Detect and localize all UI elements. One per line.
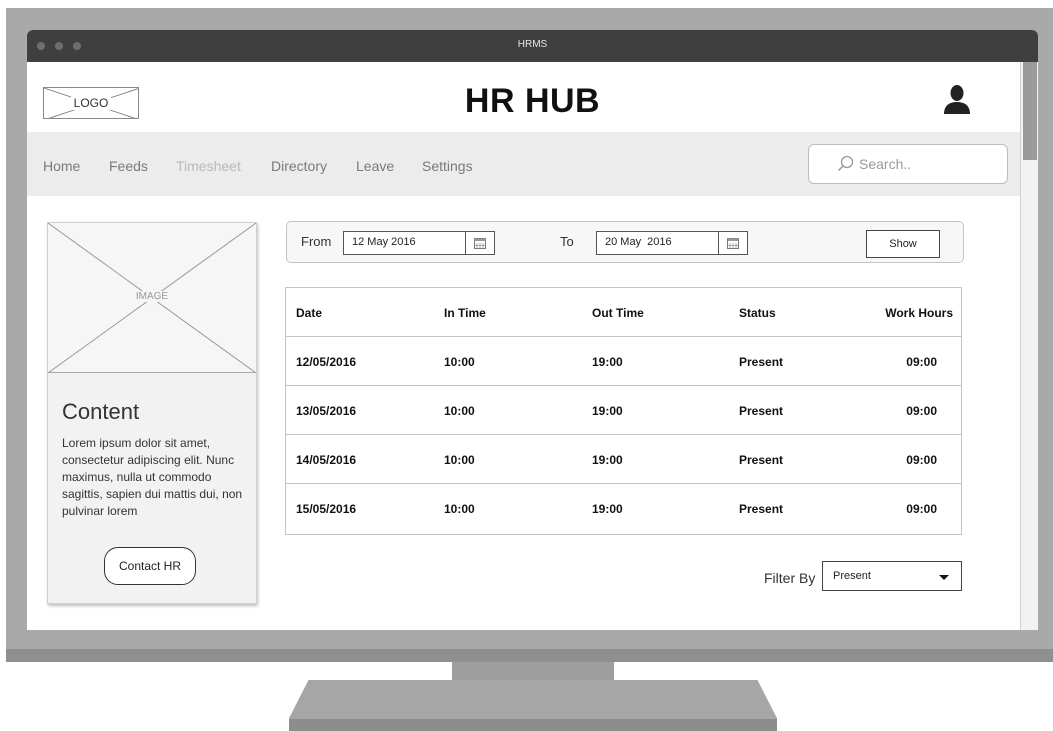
contact-hr-button[interactable]: Contact HR [104, 547, 196, 585]
search-box[interactable] [808, 144, 1008, 184]
filter-selected-value: Present [833, 570, 871, 582]
cell-work-hours: 09:00 [906, 502, 937, 516]
date-range-bar: From 12 May 2016 To 20 May 2016 Show [286, 221, 964, 263]
cell-work-hours: 09:00 [906, 453, 937, 467]
scrollbar-thumb[interactable] [1023, 62, 1037, 160]
window-title: HRMS [517, 39, 548, 50]
cell-in-time: 10:00 [444, 404, 475, 418]
filter-by-label: Filter By [764, 570, 816, 586]
image-placeholder: IMAGE [48, 223, 256, 373]
nav-item-feeds[interactable]: Feeds [109, 158, 148, 174]
nav-item-home[interactable]: Home [43, 158, 80, 174]
to-date-input[interactable]: 20 May 2016 [596, 231, 748, 255]
cell-status: Present [739, 453, 784, 467]
cell-date: 14/05/2016 [296, 453, 357, 467]
window-titlebar: HRMS [27, 30, 1038, 62]
vertical-scrollbar[interactable] [1020, 62, 1038, 630]
cell-out-time: 19:00 [592, 404, 623, 418]
caret-down-icon [939, 575, 949, 580]
content-card: IMAGE Content Lorem ipsum dolor sit amet… [47, 222, 257, 604]
table-row[interactable]: 13/05/2016 10:00 19:00 Present 09:00 [286, 386, 961, 435]
monitor-stand-base-shadow [289, 719, 777, 731]
cell-work-hours: 09:00 [906, 404, 937, 418]
show-button[interactable]: Show [866, 230, 940, 258]
cell-status: Present [739, 355, 784, 369]
nav-item-timesheet[interactable]: Timesheet [176, 158, 241, 174]
nav-item-directory[interactable]: Directory [271, 158, 327, 174]
search-icon [837, 155, 854, 172]
card-title: Content [62, 399, 140, 424]
cell-date: 12/05/2016 [296, 355, 357, 369]
nav-bar: Home Feeds Timesheet Directory Leave Set… [27, 132, 1020, 196]
column-header-status[interactable]: Status [739, 306, 776, 320]
app-header: LOGO HR HUB [27, 62, 1020, 132]
cell-in-time: 10:00 [444, 502, 475, 516]
cell-out-time: 19:00 [592, 355, 623, 369]
column-header-out-time[interactable]: Out Time [592, 306, 644, 320]
cell-date: 13/05/2016 [296, 404, 357, 418]
table-row[interactable]: 14/05/2016 10:00 19:00 Present 09:00 [286, 435, 961, 484]
cell-date: 15/05/2016 [296, 502, 357, 516]
app-title: HR HUB [464, 82, 601, 120]
attendance-table: Date In Time Out Time Status Work Hours … [285, 287, 962, 535]
to-date-value: 20 May 2016 [605, 236, 672, 248]
nav-item-leave[interactable]: Leave [356, 158, 394, 174]
to-label: To [560, 234, 574, 249]
from-date-value: 12 May 2016 [352, 236, 416, 248]
table-row[interactable]: 12/05/2016 10:00 19:00 Present 09:00 [286, 337, 961, 386]
calendar-icon[interactable] [474, 237, 486, 249]
from-date-input[interactable]: 12 May 2016 [343, 231, 495, 255]
cell-in-time: 10:00 [444, 355, 475, 369]
browser-window: HRMS LOGO HR HUB Home Feeds Timesheet Di… [27, 30, 1038, 630]
search-input[interactable] [859, 154, 999, 174]
column-header-date[interactable]: Date [296, 306, 322, 320]
calendar-icon[interactable] [727, 237, 739, 249]
user-icon[interactable] [943, 84, 971, 116]
monitor-chin [6, 649, 1053, 662]
nav-item-settings[interactable]: Settings [422, 158, 473, 174]
table-row[interactable]: 15/05/2016 10:00 19:00 Present 09:00 [286, 484, 961, 533]
image-placeholder-label: IMAGE [132, 291, 172, 302]
cell-status: Present [739, 404, 784, 418]
cell-in-time: 10:00 [444, 453, 475, 467]
table-header-row: Date In Time Out Time Status Work Hours [286, 288, 961, 337]
filter-status-dropdown[interactable]: Present [822, 561, 962, 591]
column-header-in-time[interactable]: In Time [444, 306, 486, 320]
column-header-work-hours[interactable]: Work Hours [885, 306, 953, 320]
cell-status: Present [739, 502, 784, 516]
cell-work-hours: 09:00 [906, 355, 937, 369]
card-body-text: Lorem ipsum dolor sit amet, consectetur … [62, 436, 243, 518]
cell-out-time: 19:00 [592, 453, 623, 467]
cell-out-time: 19:00 [592, 502, 623, 516]
from-label: From [301, 234, 332, 249]
